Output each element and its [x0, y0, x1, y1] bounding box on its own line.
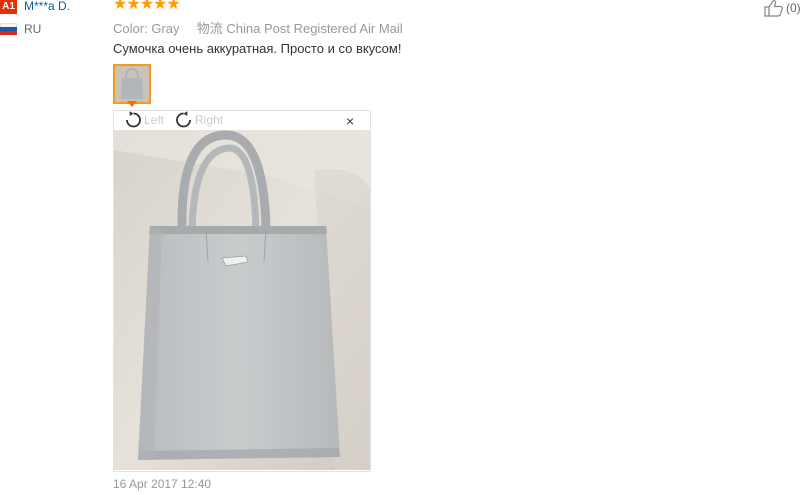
rotate-left-icon: [126, 111, 141, 128]
review-photo-thumbnail[interactable]: [113, 64, 151, 104]
review-photo: [114, 130, 370, 470]
thumbs-up-icon: [764, 0, 783, 17]
rotate-right-button[interactable]: Right: [174, 111, 223, 129]
color-label: Color:: [113, 21, 148, 36]
buyer-level-badge: A1: [0, 0, 17, 14]
russia-flag-icon: [0, 23, 17, 35]
thumbnail-active-caret: [127, 101, 137, 107]
shipping-label: 物流: [196, 21, 223, 36]
image-viewer-toolbar: Left Right ×: [114, 111, 370, 130]
shipping-value: China Post Registered Air Mail: [226, 21, 403, 36]
reviewer-country: RU: [24, 22, 42, 36]
color-value: Gray: [151, 21, 180, 36]
tote-bag-photo: [114, 130, 370, 470]
review-date: 16 Apr 2017 12:40: [113, 477, 212, 491]
rotate-left-label: Left: [144, 113, 165, 127]
rotate-right-label: Right: [195, 113, 224, 127]
reviewer-name[interactable]: M***a D.: [24, 0, 70, 13]
order-info: Color: Gray 物流 China Post Registered Air…: [113, 18, 403, 37]
rotate-right-icon: [176, 111, 191, 128]
close-icon[interactable]: ×: [346, 113, 354, 129]
helpful-button[interactable]: (0): [764, 0, 800, 17]
star-rating: ★★★★★: [113, 0, 181, 13]
review-text: Сумочка очень аккуратная. Просто и со вк…: [113, 41, 402, 56]
rotate-left-button[interactable]: Left: [123, 111, 164, 129]
helpful-count: (0): [786, 1, 800, 15]
image-viewer: Left Right ×: [113, 110, 371, 472]
